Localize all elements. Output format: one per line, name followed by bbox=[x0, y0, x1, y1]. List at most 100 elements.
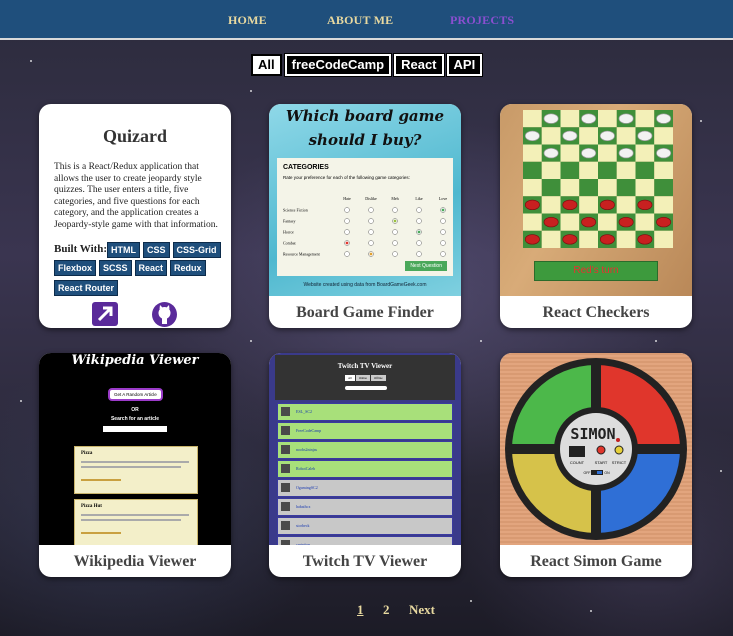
card-title: Twitch TV Viewer bbox=[302, 553, 428, 570]
checkers-square bbox=[616, 196, 636, 214]
board-next-button: Next Question bbox=[405, 261, 447, 271]
twitch-filter-tab: All bbox=[345, 375, 355, 381]
checkers-square bbox=[616, 161, 636, 179]
rating-radio bbox=[344, 218, 350, 224]
checkers-square bbox=[635, 213, 655, 231]
simon-off-label: OFF bbox=[584, 471, 591, 475]
red-checker-piece bbox=[562, 234, 578, 245]
channel-avatar bbox=[281, 445, 290, 454]
checkers-square bbox=[654, 196, 673, 214]
checkers-square bbox=[654, 230, 673, 248]
red-checker-piece bbox=[524, 199, 540, 211]
nav-about-link[interactable]: ABOUT ME bbox=[327, 13, 393, 28]
simon-start-label: START bbox=[595, 460, 608, 465]
wiki-banner: Wikipedia Viewer bbox=[71, 353, 199, 368]
checkers-square bbox=[541, 127, 561, 145]
built-with-label: Built With: bbox=[54, 243, 108, 255]
page-2-link[interactable]: 2 bbox=[383, 602, 390, 618]
rating-radio bbox=[440, 218, 446, 224]
white-checker-piece bbox=[618, 113, 634, 124]
rating-radio bbox=[440, 240, 446, 246]
wiki-result-title: Pizza bbox=[81, 451, 93, 456]
checkers-square bbox=[523, 213, 542, 231]
twitch-filter-tab: Offline bbox=[371, 375, 386, 381]
rating-column-label: Hate bbox=[343, 196, 351, 201]
channel-avatar bbox=[281, 426, 290, 435]
rating-radio bbox=[416, 251, 422, 257]
quizard-description: This is a React/Redux application that a… bbox=[54, 162, 218, 230]
red-checker-piece bbox=[599, 199, 615, 211]
checkers-square bbox=[598, 161, 617, 179]
checkers-square bbox=[541, 196, 561, 214]
page-1-link[interactable]: 1 bbox=[357, 602, 364, 618]
checkers-square bbox=[616, 127, 636, 145]
rating-radio bbox=[344, 251, 350, 257]
board-footer: Website created using data from BoardGam… bbox=[303, 282, 427, 288]
rating-radio bbox=[344, 207, 350, 213]
external-link-icon[interactable] bbox=[92, 302, 118, 326]
filter-react-button[interactable]: React bbox=[393, 53, 445, 77]
filter-freecodecamp-button[interactable]: freeCodeCamp bbox=[283, 53, 393, 77]
rating-radio bbox=[368, 229, 374, 235]
board-prompt: Rate your preference for each of the fol… bbox=[283, 175, 410, 180]
project-filter-bar: All freeCodeCamp React API bbox=[251, 53, 484, 77]
channel-avatar bbox=[281, 521, 290, 530]
board-categories-heading: CATEGORIES bbox=[283, 164, 329, 171]
checkers-square bbox=[598, 213, 617, 231]
wiki-result-title: Pizza Hut bbox=[81, 504, 102, 509]
rating-column-label: Love bbox=[439, 196, 447, 201]
simon-thumbnail: SIMON COUNT START STRICT OFF ON bbox=[500, 353, 692, 545]
channel-name: habathcx bbox=[296, 504, 311, 509]
channel-avatar bbox=[281, 502, 290, 511]
rating-row-label: Fantasy bbox=[283, 219, 295, 224]
rating-radio bbox=[368, 218, 374, 224]
twitch-channel-row: ESL_SC2 bbox=[277, 403, 453, 421]
white-checker-piece bbox=[581, 147, 597, 159]
rating-row-label: Horror bbox=[283, 230, 295, 235]
project-card-wikipedia-viewer[interactable]: Wikipedia Viewer Get A Random Article OR… bbox=[39, 353, 231, 577]
tech-tag: React bbox=[134, 260, 168, 276]
twitch-channel-row: cretetion bbox=[277, 536, 453, 545]
checkers-square bbox=[654, 161, 673, 179]
card-title: Board Game Finder bbox=[296, 304, 434, 321]
nav-projects-link[interactable]: PROJECTS bbox=[450, 13, 514, 28]
checkers-square bbox=[579, 179, 598, 197]
board-rating-grid: Hate Dislike Meh Like Love Science Fiction Fan… bbox=[283, 196, 447, 257]
board-banner: Which board game should I buy? bbox=[285, 107, 445, 149]
rating-radio-selected bbox=[393, 219, 397, 223]
checkers-square bbox=[541, 179, 561, 197]
rating-column-label: Dislike bbox=[365, 196, 377, 201]
tech-tag: Redux bbox=[170, 260, 206, 276]
project-card-react-simon-game[interactable]: SIMON COUNT START STRICT OFF ON React Si… bbox=[500, 353, 692, 577]
rating-radio-selected bbox=[369, 252, 373, 256]
twitch-channel-row: RobotCaleb bbox=[277, 460, 453, 478]
filter-api-button[interactable]: API bbox=[445, 53, 484, 77]
checkers-square bbox=[616, 230, 636, 248]
checkers-square bbox=[560, 179, 580, 197]
checkers-square bbox=[579, 196, 598, 214]
wiki-search-label: Search for an article bbox=[110, 416, 160, 422]
tech-tag: CSS-Grid bbox=[172, 242, 221, 258]
rating-row-label: Resource Management bbox=[283, 252, 321, 257]
board-game-thumbnail: Which board game should I buy? CATEGORIE… bbox=[269, 104, 461, 296]
simon-logo: SIMON bbox=[570, 425, 615, 443]
wiki-search-box bbox=[103, 426, 167, 432]
top-navbar: HOME ABOUT ME PROJECTS bbox=[0, 0, 733, 40]
github-icon[interactable] bbox=[152, 302, 177, 327]
twitch-channel-row: OgamingSC2 bbox=[277, 479, 453, 497]
red-checker-piece bbox=[562, 199, 578, 211]
project-card-react-checkers[interactable]: Red's turn React Checkers bbox=[500, 104, 692, 328]
next-page-link[interactable]: Next bbox=[409, 602, 435, 618]
rating-radio bbox=[368, 240, 374, 246]
twitch-channel-row: FreeCodeCamp bbox=[277, 422, 453, 440]
card-title: Wikipedia Viewer bbox=[73, 553, 197, 570]
project-card-board-game-finder[interactable]: Which board game should I buy? CATEGORIE… bbox=[269, 104, 461, 328]
tech-tag: HTML bbox=[107, 242, 140, 258]
project-card-twitch-tv-viewer[interactable]: Twitch TV Viewer All Online Offline ESL_… bbox=[269, 353, 461, 577]
tech-tag: SCSS bbox=[99, 260, 132, 276]
filter-all-button[interactable]: All bbox=[251, 54, 282, 76]
nav-home-link[interactable]: HOME bbox=[228, 13, 267, 28]
rating-radio bbox=[392, 240, 398, 246]
rating-radio bbox=[368, 207, 374, 213]
red-checker-piece bbox=[637, 234, 653, 245]
